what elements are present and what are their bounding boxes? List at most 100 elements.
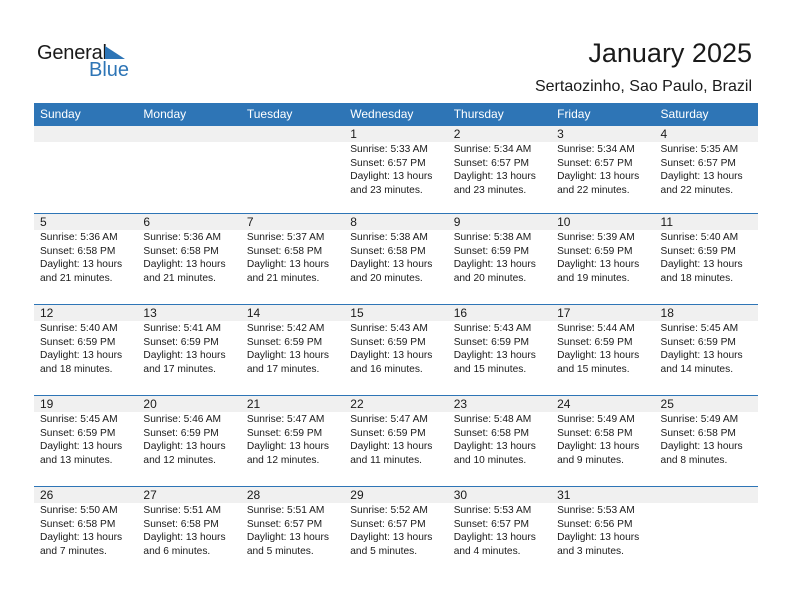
sunset-time: Sunset: 6:58 PM xyxy=(453,427,530,439)
sunrise-time: Sunrise: 5:37 AM xyxy=(246,232,325,243)
daylight-time: Daylight: 13 hours xyxy=(350,441,433,452)
day-number: 15 xyxy=(350,306,364,320)
sunrise-time: Sunrise: 5:47 AM xyxy=(350,414,428,425)
day-info-row: Sunrise: 5:40 AM Sunset: 6:59 PM Daylight:… xyxy=(34,321,758,376)
daylight-minutes: and 23 minutes. xyxy=(350,184,423,196)
day-cell: Sunrise: 5:49 AM Sunset: 6:58 PM Daylight:… xyxy=(655,412,758,467)
day-number: 21 xyxy=(246,397,261,411)
sunrise-time: Sunrise: 5:51 AM xyxy=(246,505,325,516)
weekday-header: Monday xyxy=(143,107,187,121)
day-number xyxy=(137,126,240,142)
sunrise-time: Sunrise: 5:36 AM xyxy=(143,232,222,243)
sunset-time: Sunset: 6:59 PM xyxy=(453,245,530,257)
sunset-time: Sunset: 6:57 PM xyxy=(350,518,426,530)
daylight-minutes: and 19 minutes. xyxy=(557,272,630,284)
sunrise-time: Sunrise: 5:48 AM xyxy=(453,414,532,425)
day-cell: Sunrise: 5:38 AM Sunset: 6:59 PM Daylight:… xyxy=(448,230,551,285)
day-number: 5 xyxy=(40,215,47,229)
daylight-time: Daylight: 13 hours xyxy=(557,171,640,182)
sunset-time: Sunset: 6:57 PM xyxy=(453,518,530,530)
day-number: 25 xyxy=(660,397,674,411)
day-number xyxy=(34,126,137,142)
day-number: 19 xyxy=(40,397,54,411)
sunset-time: Sunset: 6:57 PM xyxy=(350,157,426,169)
day-cell xyxy=(655,503,758,558)
brand-logo: General Blue xyxy=(37,42,137,82)
sunrise-time: Sunrise: 5:45 AM xyxy=(40,414,118,425)
daylight-time: Daylight: 13 hours xyxy=(453,171,536,182)
daylight-minutes: and 13 minutes. xyxy=(40,454,113,466)
daylight-minutes: and 10 minutes. xyxy=(453,454,527,466)
day-number: 4 xyxy=(660,127,668,141)
sunrise-time: Sunrise: 5:36 AM xyxy=(40,232,118,243)
day-cell: Sunrise: 5:52 AM Sunset: 6:57 PM Daylight:… xyxy=(344,503,447,558)
daylight-minutes: and 11 minutes. xyxy=(350,454,423,466)
day-cell xyxy=(34,142,137,197)
sunset-time: Sunset: 6:59 PM xyxy=(350,336,426,348)
daylight-time: Daylight: 13 hours xyxy=(246,259,329,270)
sunrise-time: Sunrise: 5:40 AM xyxy=(660,232,739,243)
weekday-header: Saturday xyxy=(660,107,709,121)
sunrise-time: Sunrise: 5:33 AM xyxy=(350,144,428,155)
day-number: 18 xyxy=(660,306,674,320)
sunrise-time: Sunrise: 5:39 AM xyxy=(557,232,635,243)
day-number: 22 xyxy=(350,397,364,411)
daylight-minutes: and 12 minutes. xyxy=(143,454,216,466)
daylight-time: Daylight: 13 hours xyxy=(246,350,329,361)
daylight-minutes: and 21 minutes. xyxy=(246,272,320,284)
sunset-time: Sunset: 6:57 PM xyxy=(660,157,736,169)
day-cell: Sunrise: 5:48 AM Sunset: 6:58 PM Daylight:… xyxy=(448,412,551,467)
day-cell: Sunrise: 5:35 AM Sunset: 6:57 PM Daylight:… xyxy=(655,142,758,197)
day-cell: Sunrise: 5:50 AM Sunset: 6:58 PM Daylight:… xyxy=(34,503,137,558)
day-cell xyxy=(137,142,240,197)
day-number: 16 xyxy=(453,306,468,320)
sunrise-time: Sunrise: 5:38 AM xyxy=(350,232,428,243)
day-cell: Sunrise: 5:40 AM Sunset: 6:59 PM Daylight:… xyxy=(34,321,137,376)
daylight-minutes: and 8 minutes. xyxy=(660,454,728,466)
daylight-minutes: and 4 minutes. xyxy=(453,545,521,557)
weekday-header-row: Sunday Monday Tuesday Wednesday Thursday… xyxy=(34,103,758,126)
day-number: 1 xyxy=(350,127,357,141)
calendar-weeks: 1 2 3 4 Sunrise: 5:33 AM Sunset: 6:57 PM Dayli… xyxy=(34,126,758,577)
daylight-time: Daylight: 13 hours xyxy=(143,532,226,543)
day-number: 11 xyxy=(660,215,673,229)
day-number: 27 xyxy=(143,488,157,502)
day-cell: Sunrise: 5:43 AM Sunset: 6:59 PM Daylight:… xyxy=(344,321,447,376)
daylight-time: Daylight: 13 hours xyxy=(557,350,640,361)
sunrise-time: Sunrise: 5:43 AM xyxy=(350,323,428,334)
sunset-time: Sunset: 6:59 PM xyxy=(660,336,736,348)
sunset-time: Sunset: 6:58 PM xyxy=(246,245,323,257)
daylight-time: Daylight: 13 hours xyxy=(143,441,226,452)
sunrise-time: Sunrise: 5:35 AM xyxy=(660,144,739,155)
daylight-minutes: and 22 minutes. xyxy=(557,184,630,196)
day-number: 7 xyxy=(246,215,254,229)
day-number: 3 xyxy=(557,127,564,141)
daylight-time: Daylight: 13 hours xyxy=(246,441,329,452)
day-cell: Sunrise: 5:34 AM Sunset: 6:57 PM Daylight:… xyxy=(551,142,654,197)
sunset-time: Sunset: 6:59 PM xyxy=(660,245,736,257)
sunset-time: Sunset: 6:59 PM xyxy=(246,336,323,348)
daylight-time: Daylight: 13 hours xyxy=(557,259,640,270)
daylight-minutes: and 14 minutes. xyxy=(660,363,734,375)
day-cell: Sunrise: 5:37 AM Sunset: 6:58 PM Daylight:… xyxy=(241,230,344,285)
day-number xyxy=(241,126,344,142)
daylight-time: Daylight: 13 hours xyxy=(660,350,743,361)
day-number xyxy=(655,487,758,503)
daylight-minutes: and 22 minutes. xyxy=(660,184,734,196)
daylight-minutes: and 20 minutes. xyxy=(453,272,527,284)
day-number-row: 1 2 3 4 xyxy=(34,126,758,142)
day-cell: Sunrise: 5:47 AM Sunset: 6:59 PM Daylight:… xyxy=(241,412,344,467)
day-cell: Sunrise: 5:44 AM Sunset: 6:59 PM Daylight:… xyxy=(551,321,654,376)
sunset-time: Sunset: 6:59 PM xyxy=(246,427,323,439)
daylight-time: Daylight: 13 hours xyxy=(246,532,329,543)
day-cell xyxy=(241,142,344,197)
daylight-minutes: and 21 minutes. xyxy=(40,272,113,284)
sunrise-time: Sunrise: 5:51 AM xyxy=(143,505,222,516)
weekday-header: Sunday xyxy=(40,107,81,121)
day-number: 30 xyxy=(453,488,468,502)
sunset-time: Sunset: 6:57 PM xyxy=(246,518,323,530)
sunrise-time: Sunrise: 5:34 AM xyxy=(453,144,532,155)
page-title: January 2025 xyxy=(588,38,752,68)
sunrise-time: Sunrise: 5:53 AM xyxy=(453,505,532,516)
sunrise-time: Sunrise: 5:40 AM xyxy=(40,323,118,334)
